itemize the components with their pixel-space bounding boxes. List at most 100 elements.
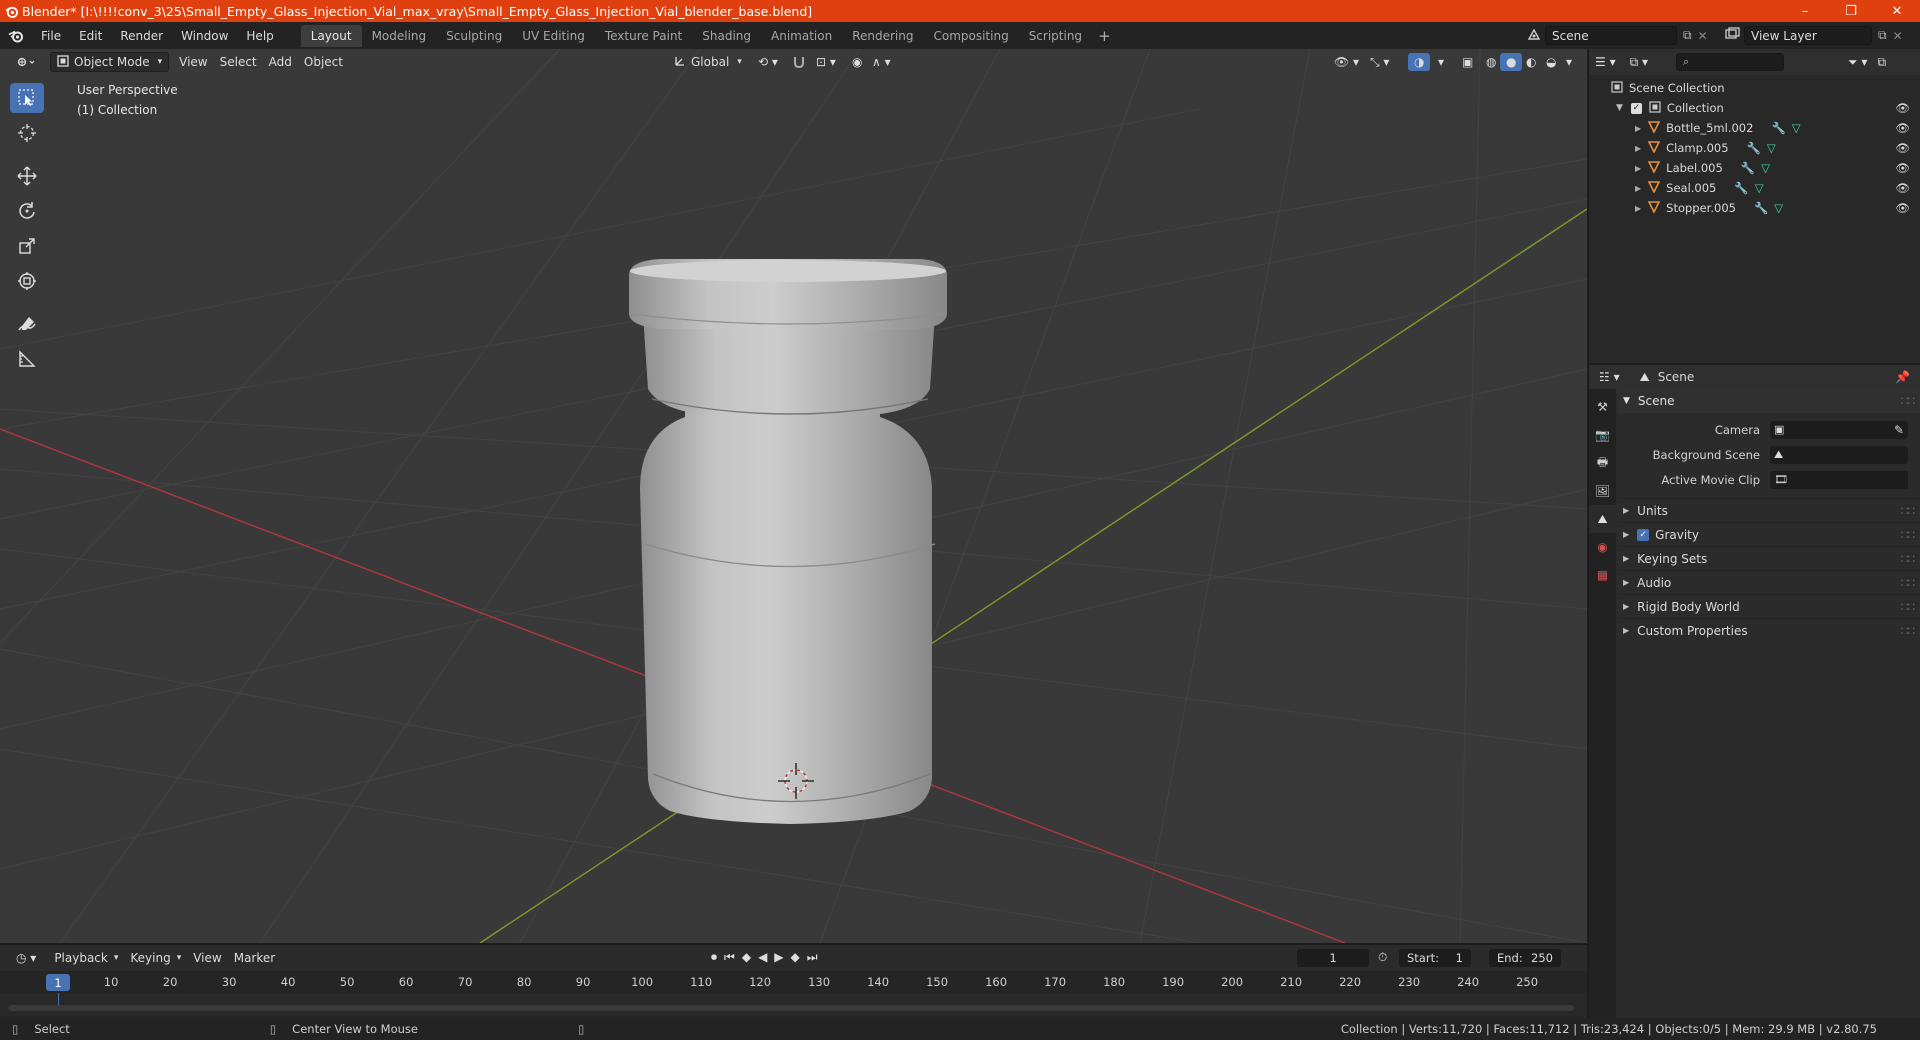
remove-view-layer-icon[interactable]: ✕ <box>1893 29 1903 43</box>
modifier-wrench-icon[interactable]: 🔧 <box>1771 121 1785 135</box>
filter-icon[interactable]: ⏷ ▾ <box>1848 55 1867 70</box>
add-workspace-button[interactable]: + <box>1092 27 1117 45</box>
world-tab-icon[interactable]: ◉ <box>1589 533 1616 561</box>
visibility-eye-icon[interactable]: 👁 <box>1895 101 1910 115</box>
next-keyframe-button[interactable]: ◆ <box>791 950 800 965</box>
mesh-data-icon[interactable]: ▽ <box>1774 201 1783 215</box>
audio-panel-header[interactable]: ▶ Audio ∷∷ <box>1617 570 1920 594</box>
outliner-collection[interactable]: ▼ ✓ Collection 👁 <box>1589 98 1920 118</box>
editor-type-button[interactable] <box>10 52 42 72</box>
modifier-wrench-icon[interactable]: 🔧 <box>1734 181 1748 195</box>
play-button[interactable]: ▶ <box>774 950 783 965</box>
jump-end-button[interactable]: ⏭ <box>807 950 818 965</box>
visibility-eye-icon[interactable]: 👁 <box>1895 161 1910 175</box>
expand-triangle-icon[interactable]: ▶ <box>1635 124 1641 133</box>
scene-panel-header[interactable]: ▼ Scene ∷∷ <box>1617 389 1920 413</box>
annotate-tool[interactable] <box>10 309 44 339</box>
close-button[interactable]: ✕ <box>1874 0 1920 22</box>
scene-selector[interactable]: Scene ⧉ ✕ <box>1527 25 1708 46</box>
viewport-menu-view[interactable]: View <box>173 52 213 72</box>
collection-enabled-checkbox[interactable]: ✓ <box>1630 102 1642 114</box>
drag-handle-icon[interactable]: ∷∷ <box>1901 624 1915 638</box>
visibility-eye-icon[interactable]: 👁 <box>1895 201 1910 215</box>
snap-element-icon[interactable]: ⊡ ▾ <box>810 52 842 72</box>
start-frame-field[interactable]: Start: 1 <box>1399 949 1471 967</box>
expand-triangle-icon[interactable]: ▶ <box>1635 144 1641 153</box>
end-frame-field[interactable]: End: 250 <box>1489 949 1561 967</box>
overlays-icon[interactable]: ◑ <box>1408 53 1431 71</box>
visibility-eye-icon[interactable]: 👁 <box>1895 121 1910 135</box>
tab-modeling[interactable]: Modeling <box>362 25 437 47</box>
modifier-wrench-icon[interactable]: 🔧 <box>1741 161 1755 175</box>
transform-orientation-dropdown[interactable]: Global ▾ <box>668 52 748 72</box>
mesh-data-icon[interactable]: ▽ <box>1755 181 1764 195</box>
eyedropper-icon[interactable]: ✎ <box>1894 423 1904 437</box>
outliner-search-input[interactable]: ⌕ <box>1676 53 1785 71</box>
output-tab-icon[interactable]: 🖶 <box>1589 449 1616 477</box>
timeline-ruler[interactable]: 1 10 20 30 40 50 60 70 80 90 100 110 120 130 140 150 16… <box>0 971 1587 993</box>
visibility-eye-icon[interactable]: 👁 <box>1895 141 1910 155</box>
viewport-menu-select[interactable]: Select <box>214 52 263 72</box>
expand-triangle-icon[interactable]: ▶ <box>1635 204 1641 213</box>
tab-uv-editing[interactable]: UV Editing <box>512 25 595 47</box>
prev-keyframe-button[interactable]: ◆ <box>742 950 751 965</box>
timeline-menu-keying[interactable]: Keying ▾ <box>124 948 187 968</box>
modifier-wrench-icon[interactable]: 🔧 <box>1754 201 1768 215</box>
outliner-object-row[interactable]: ▶ Clamp.005 🔧 ▽ 👁 <box>1589 138 1920 158</box>
view-layer-tab-icon[interactable]: 🖼 <box>1589 477 1616 505</box>
transform-tool[interactable] <box>10 266 44 296</box>
properties-editor-icon[interactable]: ☷ ▾ <box>1599 370 1620 384</box>
drag-handle-icon[interactable]: ∷∷ <box>1901 552 1915 566</box>
new-view-layer-icon[interactable]: ⧉ <box>1878 28 1887 43</box>
menu-window[interactable]: Window <box>172 29 237 43</box>
background-scene-field[interactable]: ⛰ <box>1770 445 1908 464</box>
outliner-editor-icon[interactable]: ☰ ▾ <box>1595 55 1616 69</box>
menu-render[interactable]: Render <box>111 29 172 43</box>
restore-button[interactable]: ❐ <box>1828 0 1874 22</box>
timeline-editor-icon[interactable]: ◷ ▾ <box>10 948 42 968</box>
drag-handle-icon[interactable]: ∷∷ <box>1901 600 1915 614</box>
snap-toggle-icon[interactable] <box>786 52 812 72</box>
tab-texture-paint[interactable]: Texture Paint <box>595 25 692 47</box>
outliner-object-row[interactable]: ▶ Bottle_5ml.002 🔧 ▽ 👁 <box>1589 118 1920 138</box>
view-layer-selector[interactable]: View Layer ⧉ ✕ <box>1724 25 1903 46</box>
visibility-eye-icon[interactable]: 👁 <box>1895 181 1910 195</box>
current-frame-field[interactable]: 1 <box>1297 949 1369 967</box>
falloff-icon[interactable]: ∧ ▾ <box>866 52 897 72</box>
tab-animation[interactable]: Animation <box>761 25 842 47</box>
keying-sets-panel-header[interactable]: ▶ Keying Sets ∷∷ <box>1617 546 1920 570</box>
drag-handle-icon[interactable]: ∷∷ <box>1901 504 1915 518</box>
modifier-wrench-icon[interactable]: 🔧 <box>1747 141 1761 155</box>
pivot-point-icon[interactable]: ⟲ ▾ <box>752 52 784 72</box>
expand-triangle-icon[interactable]: ▶ <box>1635 184 1641 193</box>
custom-properties-panel-header[interactable]: ▶ Custom Properties ∷∷ <box>1617 618 1920 642</box>
new-collection-icon[interactable]: ⧉ <box>1877 55 1886 70</box>
outliner-object-row[interactable]: ▶ Seal.005 🔧 ▽ 👁 <box>1589 178 1920 198</box>
menu-edit[interactable]: Edit <box>70 29 111 43</box>
tab-compositing[interactable]: Compositing <box>923 25 1018 47</box>
gravity-checkbox[interactable]: ✓ <box>1637 528 1650 541</box>
stopwatch-icon[interactable]: ⏱ <box>1378 950 1387 965</box>
current-frame-indicator[interactable]: 1 <box>46 974 70 991</box>
move-tool[interactable] <box>10 161 44 191</box>
measure-tool[interactable] <box>10 344 44 374</box>
timeline-menu-playback[interactable]: Playback ▾ <box>48 948 124 968</box>
gizmo-icon[interactable]: ⤡ ▾ <box>1364 52 1395 72</box>
units-panel-header[interactable]: ▶ Units ∷∷ <box>1617 498 1920 522</box>
pin-icon[interactable]: 📌 <box>1895 370 1910 384</box>
drag-handle-icon[interactable]: ∷∷ <box>1901 576 1915 590</box>
visibility-icon[interactable]: 👁 ▾ <box>1328 52 1365 72</box>
camera-field[interactable]: ▣ ✎ <box>1770 420 1908 439</box>
render-tab-icon[interactable]: 📷 <box>1589 421 1616 449</box>
viewport-menu-object[interactable]: Object <box>298 52 349 72</box>
outliner-object-row[interactable]: ▶ Label.005 🔧 ▽ 👁 <box>1589 158 1920 178</box>
shading-options-icon[interactable]: ▾ <box>1560 52 1578 72</box>
active-movie-clip-field[interactable]: 🎞 <box>1770 470 1908 489</box>
timeline-menu-marker[interactable]: Marker <box>228 948 281 968</box>
timeline-menu-view[interactable]: View <box>187 948 227 968</box>
view-layer-name-field[interactable]: View Layer <box>1744 26 1872 45</box>
expand-triangle-icon[interactable]: ▶ <box>1635 164 1641 173</box>
tab-rendering[interactable]: Rendering <box>842 25 923 47</box>
rigid-body-world-panel-header[interactable]: ▶ Rigid Body World ∷∷ <box>1617 594 1920 618</box>
mesh-data-icon[interactable]: ▽ <box>1767 141 1776 155</box>
